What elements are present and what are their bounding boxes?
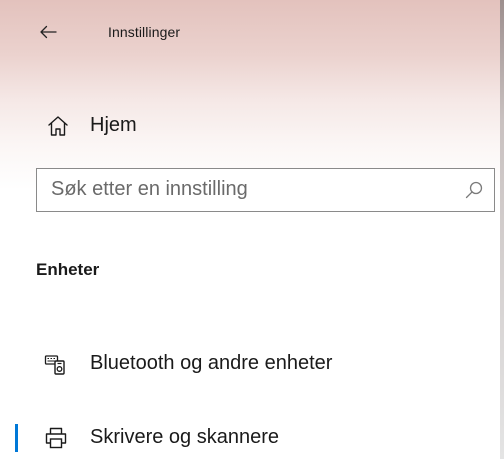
arrow-left-icon [39,25,57,39]
back-button[interactable] [34,18,62,46]
nav-item-label: Bluetooth og andre enheter [90,352,333,374]
home-icon [46,114,70,138]
printer-icon [44,426,68,450]
selected-indicator [15,424,18,452]
search-input[interactable] [51,169,451,210]
section-heading: Enheter [36,260,100,279]
window-title: Innstillinger [108,24,181,40]
search-icon[interactable] [464,180,484,200]
title-bar: Innstillinger [0,0,500,64]
nav-home-label: Hjem [90,114,137,136]
search-box[interactable] [36,168,495,212]
nav-item-printers[interactable]: Skrivere og skannere [0,418,500,458]
bluetooth-devices-icon [44,352,68,376]
nav-home[interactable]: Hjem [0,106,500,146]
nav-item-label: Skrivere og skannere [90,426,279,448]
nav-item-bluetooth[interactable]: Bluetooth og andre enheter [0,344,500,384]
window-edge [500,0,504,459]
settings-window: Innstillinger Hjem Enheter [0,0,504,459]
